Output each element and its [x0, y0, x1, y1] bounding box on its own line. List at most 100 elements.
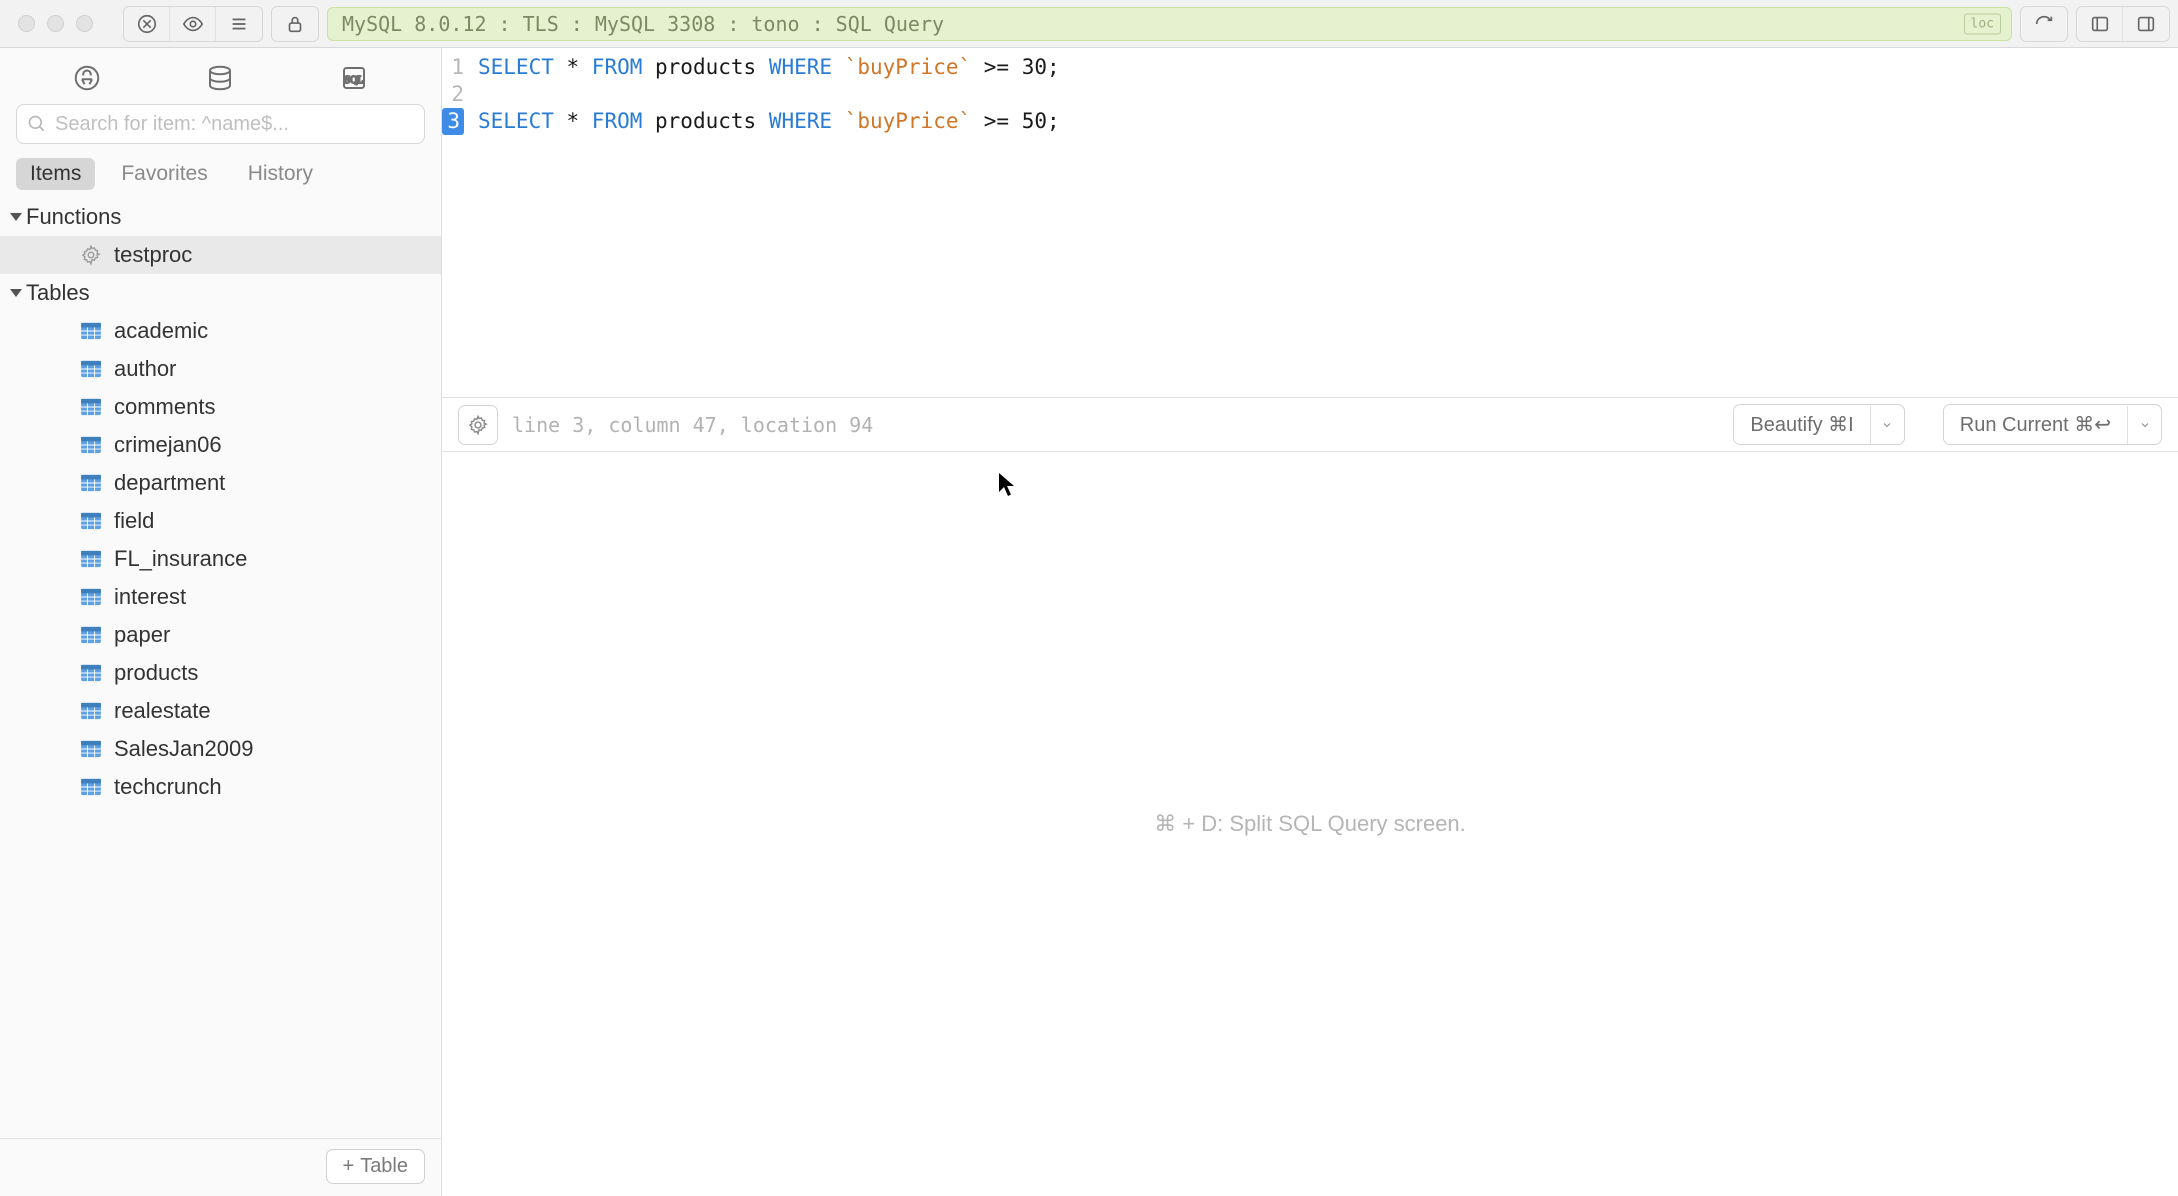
tree-item-label: techcrunch	[114, 774, 222, 800]
line-number: 3	[442, 108, 464, 135]
table-icon	[80, 776, 102, 798]
connection-mode-icon[interactable]	[64, 63, 110, 93]
tree-item-label: SalesJan2009	[114, 736, 253, 762]
tree-item[interactable]: FL_insurance	[0, 540, 441, 578]
tree-item[interactable]: comments	[0, 388, 441, 426]
line-number-gutter: 123	[442, 54, 470, 135]
tree-group-functions[interactable]: Functions	[0, 198, 441, 236]
database-mode-icon[interactable]	[197, 63, 243, 93]
table-icon	[80, 358, 102, 380]
sidebar-tab-favorites[interactable]: Favorites	[107, 158, 221, 190]
tree-item-label: comments	[114, 394, 215, 420]
results-hint: ⌘ + D: Split SQL Query screen.	[1154, 811, 1466, 837]
gear-icon	[467, 414, 489, 436]
location-badge: loc	[1964, 13, 2001, 34]
add-table-button[interactable]: + Table	[326, 1149, 426, 1184]
table-icon	[80, 548, 102, 570]
refresh-icon[interactable]	[2021, 7, 2067, 41]
code-lines[interactable]: SELECT * FROM products WHERE `buyPrice` …	[470, 54, 1060, 135]
tree-item-label: academic	[114, 318, 208, 344]
table-icon	[80, 662, 102, 684]
panel-left-icon[interactable]	[2077, 7, 2123, 41]
list-icon[interactable]	[216, 7, 262, 41]
tree-item[interactable]: SalesJan2009	[0, 730, 441, 768]
code-editor[interactable]: 123 SELECT * FROM products WHERE `buyPri…	[442, 48, 2178, 135]
tree-item[interactable]: interest	[0, 578, 441, 616]
tree-group-tables[interactable]: Tables	[0, 274, 441, 312]
panel-right-icon[interactable]	[2123, 7, 2169, 41]
tree-item-label: department	[114, 470, 225, 496]
table-icon	[80, 624, 102, 646]
run-current-label: Run Current ⌘↩	[1944, 405, 2127, 444]
tree-item-label: products	[114, 660, 198, 686]
connection-path[interactable]: MySQL 8.0.12 : TLS : MySQL 3308 : tono :…	[327, 7, 2012, 41]
add-table-label: Table	[360, 1155, 408, 1178]
tree-item[interactable]: crimejan06	[0, 426, 441, 464]
connection-path-text: MySQL 8.0.12 : TLS : MySQL 3308 : tono :…	[342, 12, 944, 36]
tree-item-label: FL_insurance	[114, 546, 247, 572]
tree-item-label: author	[114, 356, 176, 382]
window-controls	[8, 15, 99, 32]
table-icon	[80, 738, 102, 760]
beautify-button[interactable]: Beautify ⌘I	[1733, 404, 1904, 445]
run-current-button[interactable]: Run Current ⌘↩	[1943, 404, 2162, 445]
tree-item[interactable]: author	[0, 350, 441, 388]
tree-item[interactable]: techcrunch	[0, 768, 441, 806]
disclosure-icon	[10, 289, 22, 297]
cursor-status: line 3, column 47, location 94	[512, 413, 873, 437]
minimize-window-icon[interactable]	[47, 15, 64, 32]
line-number: 1	[442, 54, 464, 81]
beautify-label: Beautify ⌘I	[1734, 405, 1869, 444]
tree-item-label: paper	[114, 622, 170, 648]
results-pane: ⌘ + D: Split SQL Query screen.	[442, 452, 2178, 1196]
beautify-dropdown[interactable]	[1870, 406, 1904, 444]
cancel-icon[interactable]	[124, 7, 170, 41]
lock-icon[interactable]	[272, 7, 318, 41]
gear-icon	[80, 244, 102, 266]
tree-group-label: Tables	[26, 280, 90, 306]
editor-settings-button[interactable]	[458, 405, 498, 445]
table-icon	[80, 700, 102, 722]
svg-text:SQL: SQL	[345, 75, 364, 86]
tree-group-label: Functions	[26, 204, 121, 230]
search-input[interactable]	[55, 113, 414, 136]
sidebar-mode-icons: SQL	[0, 48, 441, 104]
tree-item[interactable]: products	[0, 654, 441, 692]
sidebar-tab-history[interactable]: History	[234, 158, 327, 190]
tree-item[interactable]: paper	[0, 616, 441, 654]
code-line[interactable]: SELECT * FROM products WHERE `buyPrice` …	[478, 54, 1060, 81]
tree-item-label: realestate	[114, 698, 211, 724]
editor-pane: 123 SELECT * FROM products WHERE `buyPri…	[442, 48, 2178, 1196]
line-number: 2	[442, 81, 464, 108]
code-line[interactable]	[478, 81, 1060, 108]
sql-mode-icon[interactable]: SQL	[331, 63, 377, 93]
tree-item[interactable]: department	[0, 464, 441, 502]
tree-item-label: crimejan06	[114, 432, 222, 458]
sidebar-footer: + Table	[0, 1138, 441, 1196]
code-line[interactable]: SELECT * FROM products WHERE `buyPrice` …	[478, 108, 1060, 135]
tree-item[interactable]: academic	[0, 312, 441, 350]
tree-item[interactable]: testproc	[0, 236, 441, 274]
table-icon	[80, 510, 102, 532]
close-window-icon[interactable]	[18, 15, 35, 32]
sidebar-tree: Functions testproc Tables academic author com…	[0, 198, 441, 1138]
table-icon	[80, 320, 102, 342]
titlebar: MySQL 8.0.12 : TLS : MySQL 3308 : tono :…	[0, 0, 2178, 48]
zoom-window-icon[interactable]	[76, 15, 93, 32]
tree-item-label: field	[114, 508, 154, 534]
run-dropdown[interactable]	[2127, 406, 2161, 444]
disclosure-icon	[10, 213, 22, 221]
search-icon	[27, 114, 47, 134]
chevron-down-icon	[1881, 419, 1893, 431]
sidebar: SQL Items Favorites History Functions testp…	[0, 48, 442, 1196]
sidebar-tab-items[interactable]: Items	[16, 158, 95, 190]
editor-toolbar: line 3, column 47, location 94 Beautify …	[442, 398, 2178, 452]
tree-item-label: testproc	[114, 242, 192, 268]
code-editor-wrap: 123 SELECT * FROM products WHERE `buyPri…	[442, 48, 2178, 398]
tree-item[interactable]: realestate	[0, 692, 441, 730]
table-icon	[80, 396, 102, 418]
table-icon	[80, 586, 102, 608]
tree-item[interactable]: field	[0, 502, 441, 540]
search-box[interactable]	[16, 104, 425, 144]
eye-icon[interactable]	[170, 7, 216, 41]
